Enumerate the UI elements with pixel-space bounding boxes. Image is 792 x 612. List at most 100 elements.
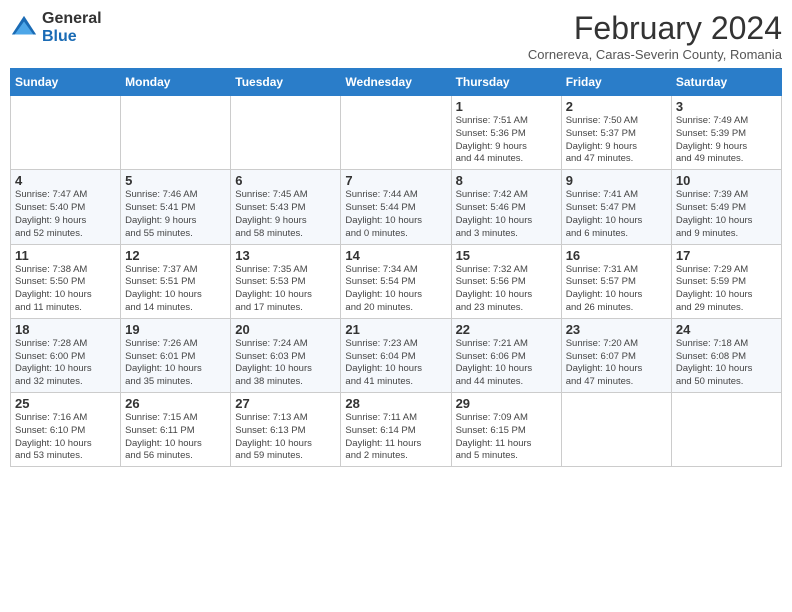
cell-sun-info: Sunrise: 7:28 AM Sunset: 6:00 PM Dayligh… [15,338,116,389]
cell-sun-info: Sunrise: 7:32 AM Sunset: 5:56 PM Dayligh… [456,264,557,315]
calendar-week-row: 25Sunrise: 7:16 AM Sunset: 6:10 PM Dayli… [11,393,782,467]
cell-day-number: 10 [676,173,777,188]
calendar-header-row: SundayMondayTuesdayWednesdayThursdayFrid… [11,69,782,96]
cell-sun-info: Sunrise: 7:49 AM Sunset: 5:39 PM Dayligh… [676,115,777,166]
cell-day-number: 21 [345,322,446,337]
cell-day-number: 1 [456,99,557,114]
cell-sun-info: Sunrise: 7:20 AM Sunset: 6:07 PM Dayligh… [566,338,667,389]
logo-icon [10,14,38,42]
cell-day-number: 22 [456,322,557,337]
calendar-cell: 18Sunrise: 7:28 AM Sunset: 6:00 PM Dayli… [11,318,121,392]
logo-blue-text: Blue [42,28,102,46]
calendar-cell: 22Sunrise: 7:21 AM Sunset: 6:06 PM Dayli… [451,318,561,392]
page-header: General Blue February 2024 Cornereva, Ca… [10,10,782,62]
weekday-header-thursday: Thursday [451,69,561,96]
calendar-week-row: 11Sunrise: 7:38 AM Sunset: 5:50 PM Dayli… [11,244,782,318]
calendar-cell: 26Sunrise: 7:15 AM Sunset: 6:11 PM Dayli… [121,393,231,467]
calendar-cell: 1Sunrise: 7:51 AM Sunset: 5:36 PM Daylig… [451,96,561,170]
cell-sun-info: Sunrise: 7:15 AM Sunset: 6:11 PM Dayligh… [125,412,226,463]
cell-sun-info: Sunrise: 7:50 AM Sunset: 5:37 PM Dayligh… [566,115,667,166]
weekday-header-friday: Friday [561,69,671,96]
cell-sun-info: Sunrise: 7:47 AM Sunset: 5:40 PM Dayligh… [15,189,116,240]
cell-sun-info: Sunrise: 7:46 AM Sunset: 5:41 PM Dayligh… [125,189,226,240]
calendar-week-row: 1Sunrise: 7:51 AM Sunset: 5:36 PM Daylig… [11,96,782,170]
cell-day-number: 9 [566,173,667,188]
calendar-cell [671,393,781,467]
cell-day-number: 19 [125,322,226,337]
cell-day-number: 16 [566,248,667,263]
cell-day-number: 6 [235,173,336,188]
calendar-cell: 21Sunrise: 7:23 AM Sunset: 6:04 PM Dayli… [341,318,451,392]
cell-sun-info: Sunrise: 7:35 AM Sunset: 5:53 PM Dayligh… [235,264,336,315]
calendar-cell: 25Sunrise: 7:16 AM Sunset: 6:10 PM Dayli… [11,393,121,467]
cell-day-number: 15 [456,248,557,263]
logo: General Blue [10,10,102,45]
calendar-cell: 2Sunrise: 7:50 AM Sunset: 5:37 PM Daylig… [561,96,671,170]
calendar-cell: 9Sunrise: 7:41 AM Sunset: 5:47 PM Daylig… [561,170,671,244]
cell-day-number: 20 [235,322,336,337]
calendar-cell: 15Sunrise: 7:32 AM Sunset: 5:56 PM Dayli… [451,244,561,318]
calendar-cell: 4Sunrise: 7:47 AM Sunset: 5:40 PM Daylig… [11,170,121,244]
calendar-cell: 6Sunrise: 7:45 AM Sunset: 5:43 PM Daylig… [231,170,341,244]
calendar-cell [11,96,121,170]
cell-sun-info: Sunrise: 7:23 AM Sunset: 6:04 PM Dayligh… [345,338,446,389]
cell-day-number: 29 [456,396,557,411]
cell-day-number: 24 [676,322,777,337]
cell-day-number: 7 [345,173,446,188]
cell-sun-info: Sunrise: 7:21 AM Sunset: 6:06 PM Dayligh… [456,338,557,389]
cell-day-number: 27 [235,396,336,411]
title-area: February 2024 Cornereva, Caras-Severin C… [528,10,782,62]
calendar-cell: 27Sunrise: 7:13 AM Sunset: 6:13 PM Dayli… [231,393,341,467]
cell-sun-info: Sunrise: 7:51 AM Sunset: 5:36 PM Dayligh… [456,115,557,166]
cell-day-number: 14 [345,248,446,263]
cell-day-number: 2 [566,99,667,114]
cell-sun-info: Sunrise: 7:38 AM Sunset: 5:50 PM Dayligh… [15,264,116,315]
calendar-cell [231,96,341,170]
cell-sun-info: Sunrise: 7:37 AM Sunset: 5:51 PM Dayligh… [125,264,226,315]
calendar-cell: 17Sunrise: 7:29 AM Sunset: 5:59 PM Dayli… [671,244,781,318]
calendar-cell: 12Sunrise: 7:37 AM Sunset: 5:51 PM Dayli… [121,244,231,318]
cell-sun-info: Sunrise: 7:16 AM Sunset: 6:10 PM Dayligh… [15,412,116,463]
calendar-cell: 16Sunrise: 7:31 AM Sunset: 5:57 PM Dayli… [561,244,671,318]
cell-day-number: 13 [235,248,336,263]
calendar-cell: 19Sunrise: 7:26 AM Sunset: 6:01 PM Dayli… [121,318,231,392]
cell-sun-info: Sunrise: 7:13 AM Sunset: 6:13 PM Dayligh… [235,412,336,463]
calendar-cell: 10Sunrise: 7:39 AM Sunset: 5:49 PM Dayli… [671,170,781,244]
calendar-cell: 14Sunrise: 7:34 AM Sunset: 5:54 PM Dayli… [341,244,451,318]
weekday-header-monday: Monday [121,69,231,96]
cell-sun-info: Sunrise: 7:34 AM Sunset: 5:54 PM Dayligh… [345,264,446,315]
calendar-week-row: 4Sunrise: 7:47 AM Sunset: 5:40 PM Daylig… [11,170,782,244]
weekday-header-tuesday: Tuesday [231,69,341,96]
cell-sun-info: Sunrise: 7:26 AM Sunset: 6:01 PM Dayligh… [125,338,226,389]
calendar-cell: 7Sunrise: 7:44 AM Sunset: 5:44 PM Daylig… [341,170,451,244]
cell-day-number: 26 [125,396,226,411]
cell-day-number: 8 [456,173,557,188]
cell-day-number: 18 [15,322,116,337]
calendar-title: February 2024 [528,10,782,47]
calendar-cell: 8Sunrise: 7:42 AM Sunset: 5:46 PM Daylig… [451,170,561,244]
cell-sun-info: Sunrise: 7:29 AM Sunset: 5:59 PM Dayligh… [676,264,777,315]
calendar-week-row: 18Sunrise: 7:28 AM Sunset: 6:00 PM Dayli… [11,318,782,392]
cell-sun-info: Sunrise: 7:41 AM Sunset: 5:47 PM Dayligh… [566,189,667,240]
cell-day-number: 3 [676,99,777,114]
cell-sun-info: Sunrise: 7:39 AM Sunset: 5:49 PM Dayligh… [676,189,777,240]
calendar-cell: 5Sunrise: 7:46 AM Sunset: 5:41 PM Daylig… [121,170,231,244]
cell-day-number: 11 [15,248,116,263]
calendar-cell: 11Sunrise: 7:38 AM Sunset: 5:50 PM Dayli… [11,244,121,318]
cell-sun-info: Sunrise: 7:31 AM Sunset: 5:57 PM Dayligh… [566,264,667,315]
calendar-cell [341,96,451,170]
weekday-header-sunday: Sunday [11,69,121,96]
cell-sun-info: Sunrise: 7:09 AM Sunset: 6:15 PM Dayligh… [456,412,557,463]
calendar-cell [561,393,671,467]
calendar-cell: 20Sunrise: 7:24 AM Sunset: 6:03 PM Dayli… [231,318,341,392]
calendar-cell: 28Sunrise: 7:11 AM Sunset: 6:14 PM Dayli… [341,393,451,467]
cell-day-number: 5 [125,173,226,188]
cell-day-number: 12 [125,248,226,263]
cell-sun-info: Sunrise: 7:11 AM Sunset: 6:14 PM Dayligh… [345,412,446,463]
calendar-subtitle: Cornereva, Caras-Severin County, Romania [528,47,782,62]
cell-day-number: 25 [15,396,116,411]
calendar-cell [121,96,231,170]
cell-sun-info: Sunrise: 7:18 AM Sunset: 6:08 PM Dayligh… [676,338,777,389]
cell-sun-info: Sunrise: 7:44 AM Sunset: 5:44 PM Dayligh… [345,189,446,240]
cell-day-number: 23 [566,322,667,337]
